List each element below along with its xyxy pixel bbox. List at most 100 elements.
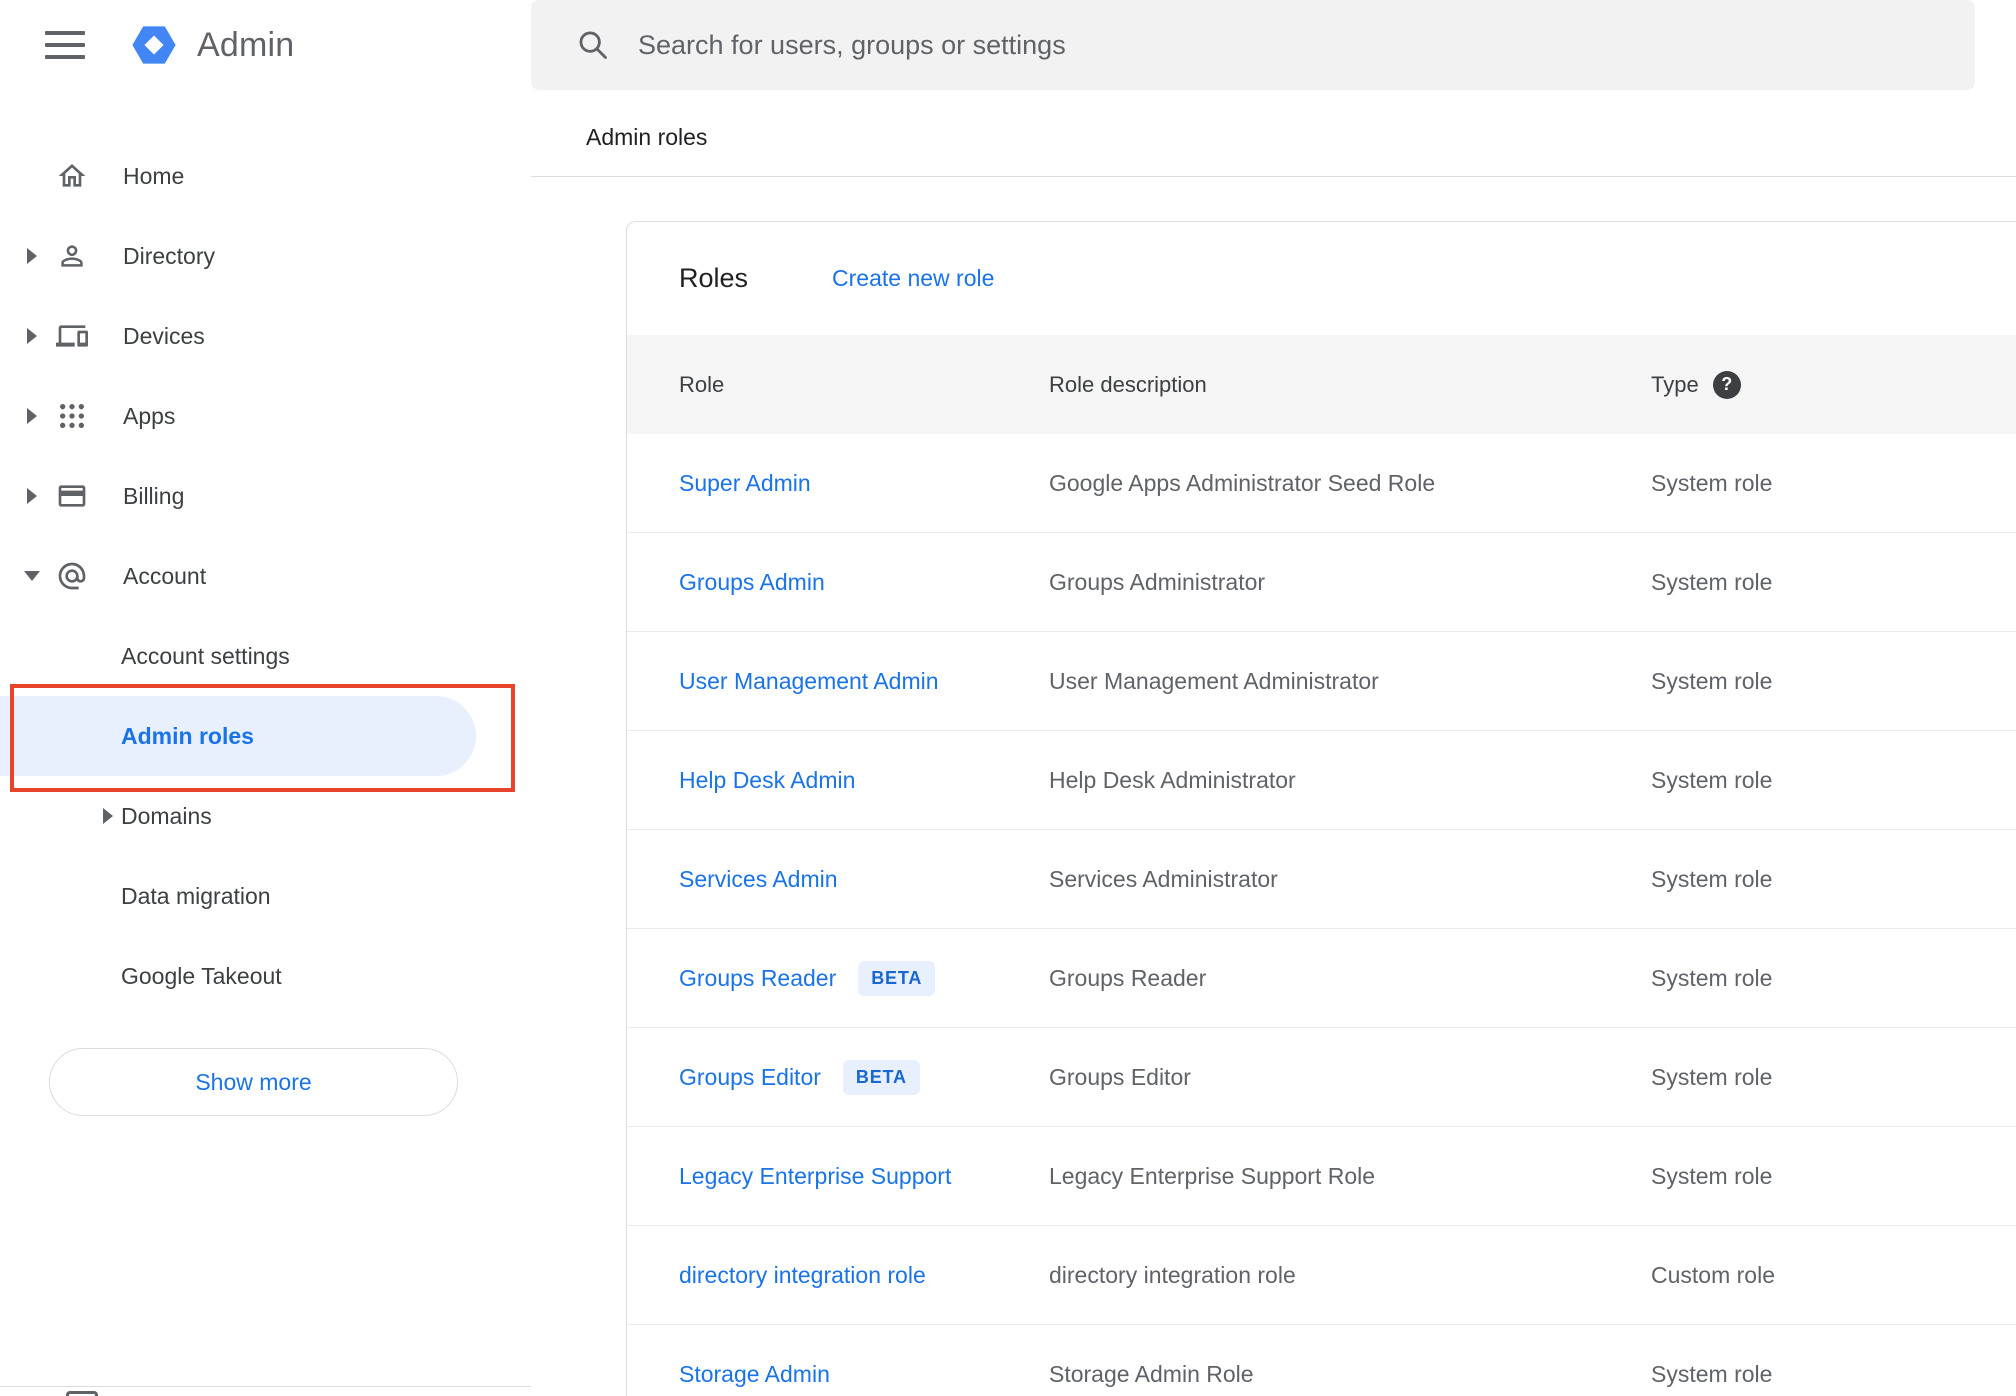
role-type: System role: [1651, 1360, 1773, 1387]
billing-card-icon: [56, 480, 88, 512]
table-row: Services Admin Services Administrator Sy…: [627, 830, 2016, 929]
role-type: System role: [1651, 964, 1773, 991]
column-header-type: Type ?: [1651, 370, 2016, 399]
sidebar-item-directory[interactable]: Directory: [0, 216, 531, 296]
chevron-down-icon: [24, 571, 40, 581]
devices-icon: [56, 320, 88, 352]
sidebar-item-account[interactable]: Account: [0, 536, 531, 616]
sidebar-item-label: Apps: [123, 402, 176, 429]
sidebar-item-label: Account: [123, 562, 207, 589]
role-link[interactable]: Legacy Enterprise Support: [679, 1163, 951, 1190]
table-row: Storage Admin Storage Admin Role System …: [627, 1325, 2016, 1396]
sidebar-item-billing[interactable]: Billing: [0, 456, 531, 536]
sidebar-item-label: Billing: [123, 482, 185, 509]
card-title: Roles: [679, 263, 749, 293]
role-description: Storage Admin Role: [1049, 1360, 1254, 1387]
role-link[interactable]: Services Admin: [679, 866, 838, 893]
show-more-button[interactable]: Show more: [49, 1048, 458, 1116]
table-row: Groups Admin Groups Administrator System…: [627, 533, 2016, 632]
column-header-role: Role: [679, 371, 725, 397]
sidebar-item-label: Data migration: [121, 882, 271, 909]
create-new-role-link[interactable]: Create new role: [832, 265, 994, 292]
sidebar-item-label: Domains: [121, 802, 212, 829]
app-title: Admin: [197, 25, 295, 64]
sidebar-item-label: Google Takeout: [121, 962, 282, 989]
role-type: System role: [1651, 1063, 1773, 1090]
role-link[interactable]: Groups Reader: [679, 965, 836, 992]
help-icon[interactable]: ?: [1712, 370, 1741, 399]
role-description: Help Desk Administrator: [1049, 766, 1296, 793]
sidebar-item-home[interactable]: Home: [0, 136, 531, 216]
search-input[interactable]: [638, 29, 1975, 61]
table-header-row: Role Role description Type ?: [627, 335, 2016, 434]
beta-badge: BETA: [842, 1059, 920, 1095]
role-type: System role: [1651, 1162, 1773, 1189]
chevron-right-icon: [27, 328, 37, 344]
table-row: directory integration role directory int…: [627, 1226, 2016, 1325]
role-type: System role: [1651, 469, 1773, 496]
beta-badge: BETA: [858, 960, 936, 996]
role-type: System role: [1651, 667, 1773, 694]
role-type: System role: [1651, 568, 1773, 595]
role-description: Google Apps Administrator Seed Role: [1049, 469, 1436, 496]
chevron-right-icon: [27, 408, 37, 424]
sidebar-nav: Home Directory Devices Apps Billing Acco…: [0, 90, 531, 1016]
table-row: Groups Reader BETA Groups Reader System …: [627, 929, 2016, 1028]
sidebar-header: Admin: [0, 0, 531, 90]
table-row: Groups Editor BETA Groups Editor System …: [627, 1028, 2016, 1127]
role-link[interactable]: Groups Admin: [679, 569, 825, 596]
roles-table-body: Super Admin Google Apps Administrator Se…: [627, 434, 2016, 1396]
role-description: Legacy Enterprise Support Role: [1049, 1162, 1376, 1189]
role-description: Groups Reader: [1049, 964, 1207, 991]
column-header-description: Role description: [1049, 371, 1207, 397]
sidebar: Admin Home Directory Devices Apps Billin…: [0, 0, 531, 1396]
role-description: directory integration role: [1049, 1261, 1296, 1288]
admin-hexagon-icon: [132, 26, 176, 64]
role-type: Custom role: [1651, 1261, 1775, 1288]
role-description: Groups Editor: [1049, 1063, 1191, 1090]
sidebar-item-label: Admin roles: [121, 722, 254, 749]
search-icon: [579, 31, 607, 59]
table-row: Legacy Enterprise Support Legacy Enterpr…: [627, 1127, 2016, 1226]
table-row: User Management Admin User Management Ad…: [627, 632, 2016, 731]
role-description: Services Administrator: [1049, 865, 1278, 892]
chevron-right-icon: [27, 248, 37, 264]
menu-icon[interactable]: [45, 31, 85, 59]
sidebar-item-apps[interactable]: Apps: [0, 376, 531, 456]
roles-card: Roles Create new role Role Role descript…: [626, 221, 2016, 1396]
role-link[interactable]: Storage Admin: [679, 1361, 830, 1388]
role-link[interactable]: Groups Editor: [679, 1064, 821, 1091]
sidebar-item-google-takeout[interactable]: Google Takeout: [0, 936, 531, 1016]
content-divider: [531, 176, 2016, 177]
home-icon: [56, 160, 88, 192]
table-row: Super Admin Google Apps Administrator Se…: [627, 434, 2016, 533]
table-row: Help Desk Admin Help Desk Administrator …: [627, 731, 2016, 830]
sidebar-divider: [0, 1386, 531, 1387]
person-icon: [56, 240, 88, 272]
sidebar-item-label: Home: [123, 162, 185, 189]
sidebar-item-devices[interactable]: Devices: [0, 296, 531, 376]
clipped-bottom-icon: [66, 1391, 98, 1396]
role-description: User Management Administrator: [1049, 667, 1379, 694]
role-type: System role: [1651, 865, 1773, 892]
role-link[interactable]: Help Desk Admin: [679, 767, 855, 794]
admin-logo: Admin: [127, 18, 294, 72]
search-bar: [531, 0, 1975, 90]
role-description: Groups Administrator: [1049, 568, 1266, 595]
sidebar-item-domains[interactable]: Domains: [0, 776, 531, 856]
column-header-type-label: Type: [1651, 371, 1699, 397]
sidebar-item-admin-roles[interactable]: Admin roles: [0, 696, 476, 776]
breadcrumb: Admin roles: [586, 124, 708, 150]
sidebar-item-label: Account settings: [121, 642, 290, 669]
sidebar-item-label: Devices: [123, 322, 205, 349]
chevron-right-icon: [103, 808, 113, 824]
role-type: System role: [1651, 766, 1773, 793]
sidebar-item-data-migration[interactable]: Data migration: [0, 856, 531, 936]
role-link[interactable]: directory integration role: [679, 1262, 926, 1289]
sidebar-item-account-settings[interactable]: Account settings: [0, 616, 531, 696]
chevron-right-icon: [27, 488, 37, 504]
roles-card-header: Roles Create new role: [627, 222, 2016, 335]
role-link[interactable]: Super Admin: [679, 470, 811, 497]
role-link[interactable]: User Management Admin: [679, 668, 939, 695]
at-sign-icon: [56, 560, 88, 592]
